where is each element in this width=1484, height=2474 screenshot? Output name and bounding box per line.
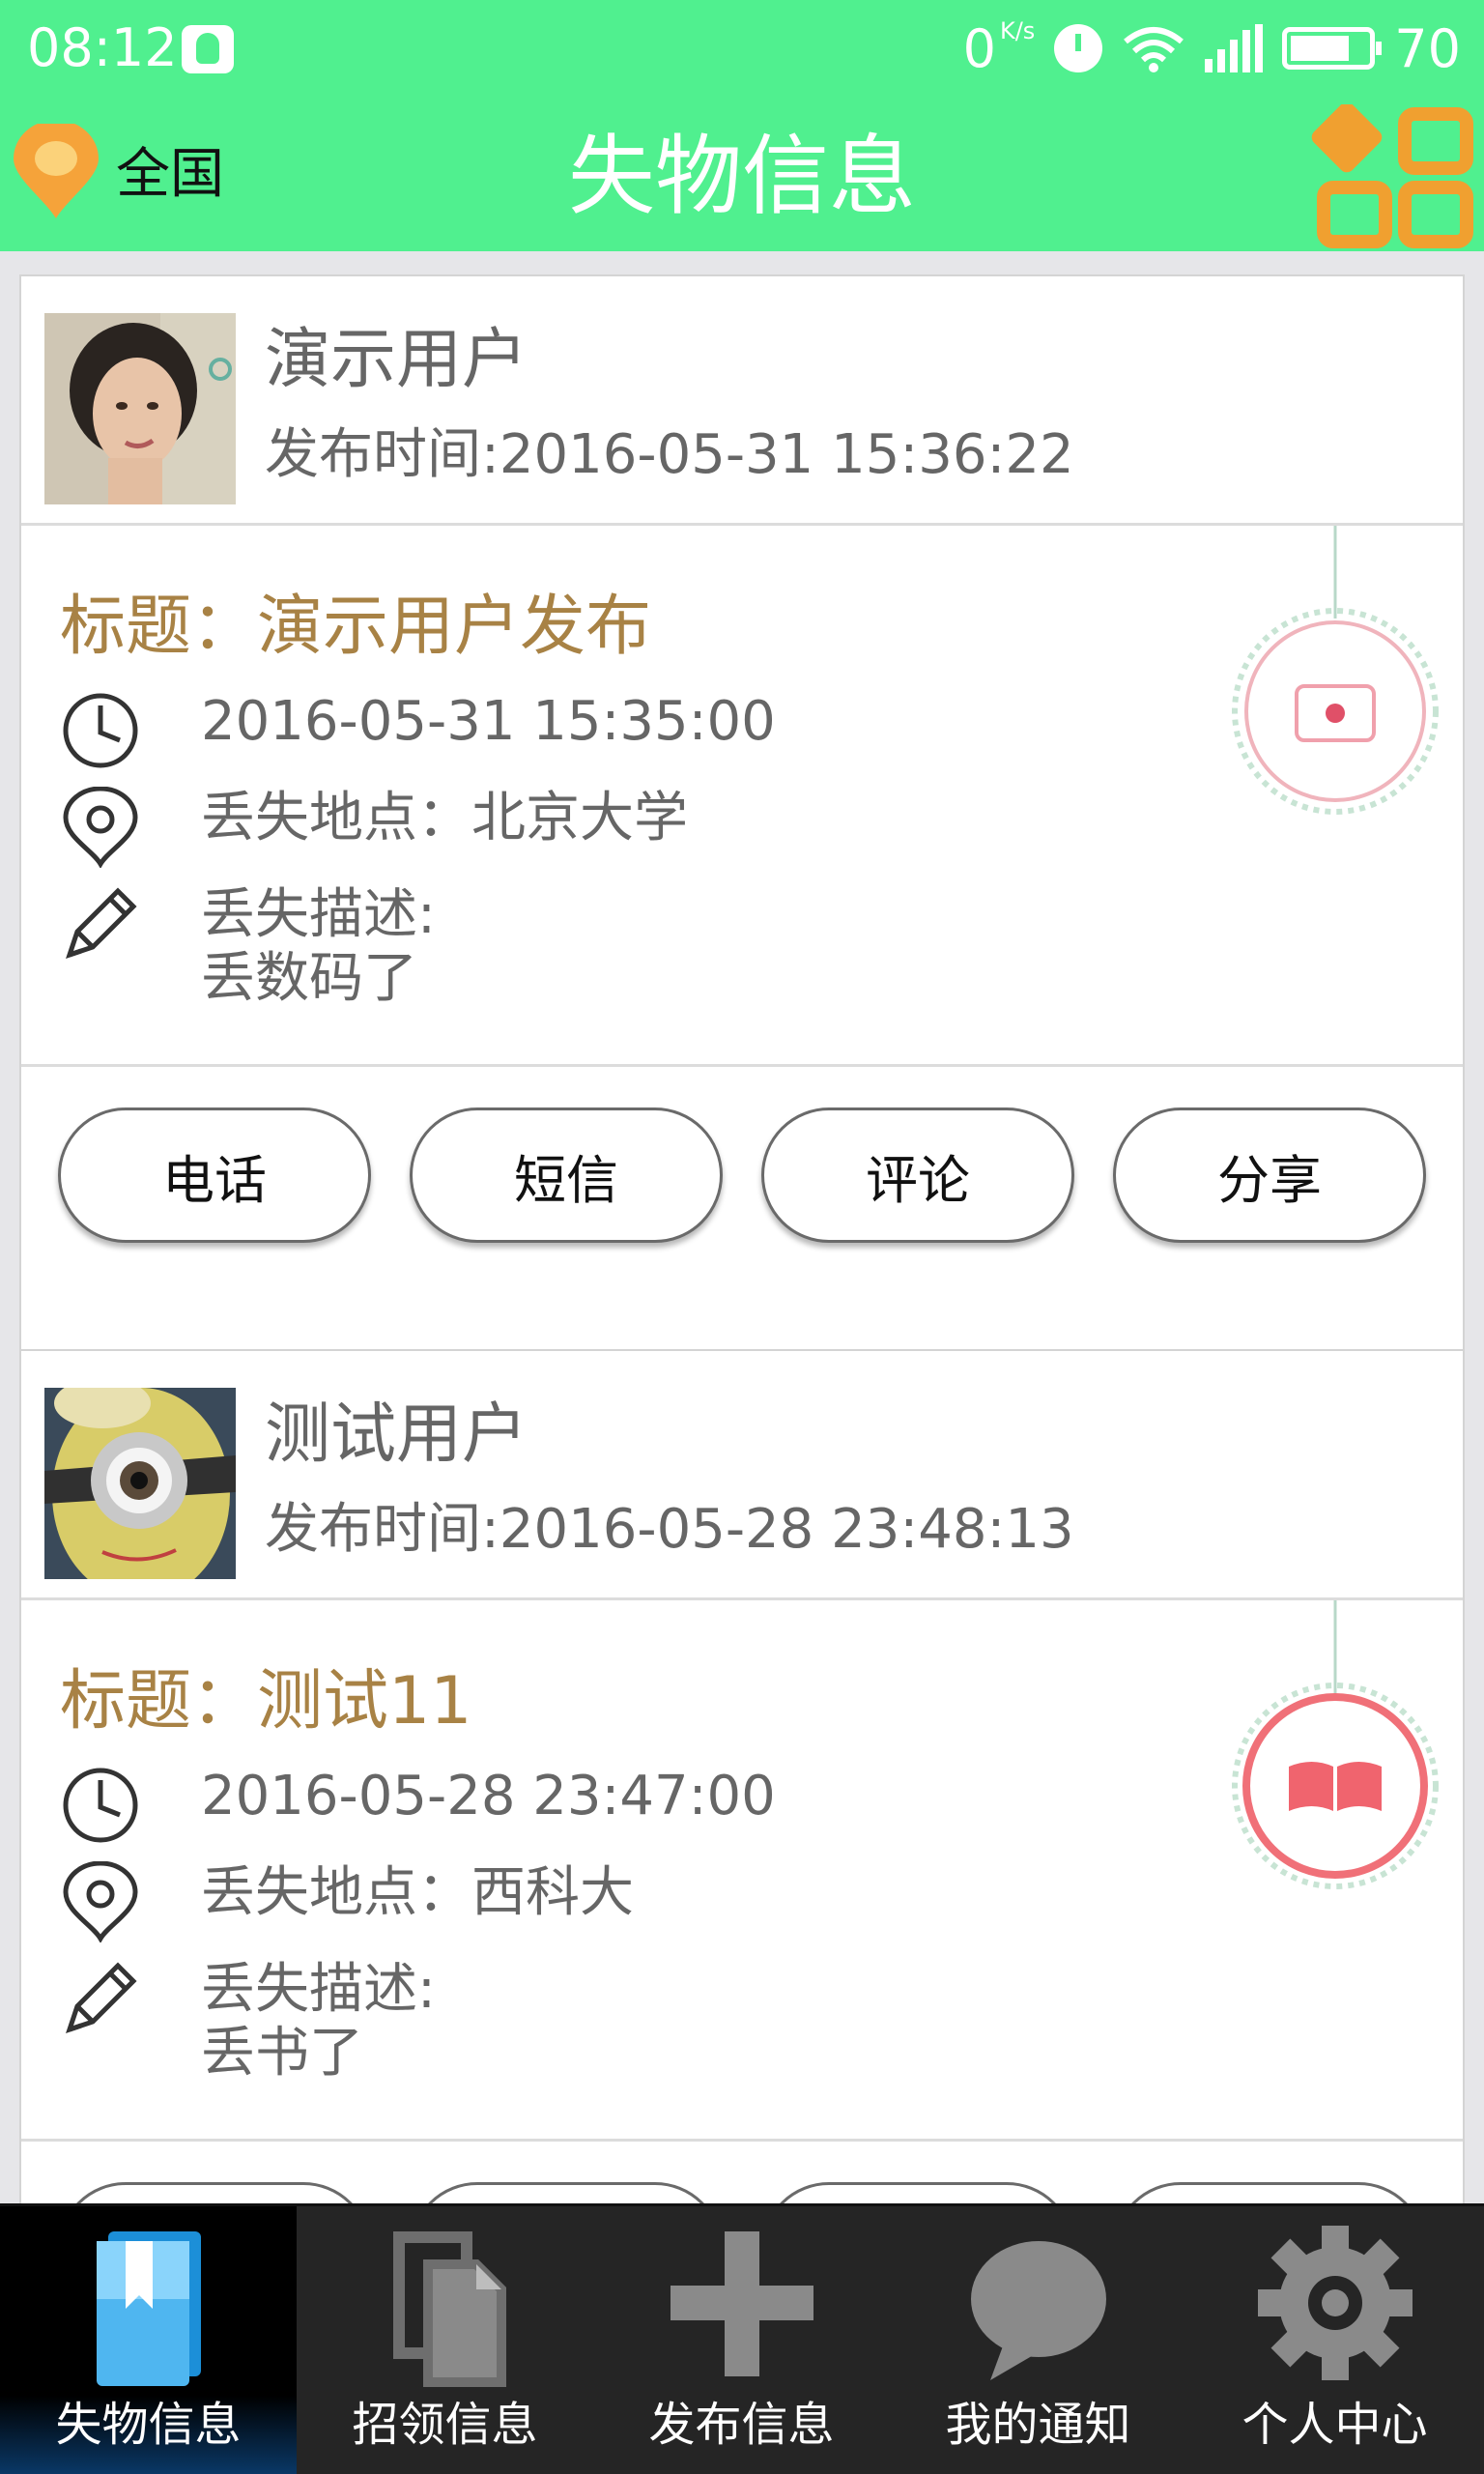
description-text: 丢数码了: [201, 947, 417, 1010]
alarm-icon: [1054, 24, 1103, 72]
share-button[interactable]: 分享: [1113, 2182, 1426, 2203]
lost-place-row: 丢失地点：北京大学: [60, 787, 688, 868]
lost-desc-row: 丢失描述: 丢数码了: [60, 883, 436, 1011]
post-title: 标题：演示用户发布: [60, 589, 652, 665]
lost-date-row: 2016-05-28 23:47:00: [60, 1765, 776, 1846]
sms-button[interactable]: 短信: [410, 2182, 723, 2203]
location-icon: [63, 1861, 138, 1942]
battery-icon: [1282, 27, 1383, 70]
post-title: 标题：测试11: [60, 1663, 472, 1740]
call-button[interactable]: 电话: [58, 2182, 371, 2203]
clock: 08:12: [27, 17, 178, 78]
nav-lost-items[interactable]: 失物信息: [0, 2206, 297, 2474]
lost-place-row: 丢失地点：西科大: [60, 1861, 634, 1942]
description-label: 丢失描述:: [201, 883, 436, 946]
lost-items-list[interactable]: 演示用户 发布时间:2016-05-31 15:36:22 标题：演示用户发布 …: [0, 251, 1484, 2203]
user-avatar[interactable]: [44, 1388, 236, 1579]
description-label: 丢失描述:: [201, 1958, 436, 2021]
nav-label: 失物信息: [55, 2398, 242, 2452]
comment-button[interactable]: 评论: [761, 2182, 1074, 2203]
nav-label: 招领信息: [352, 2398, 538, 2452]
clock-icon: [63, 1768, 138, 1843]
gear-icon: [1257, 2226, 1413, 2380]
post-card[interactable]: 演示用户 发布时间:2016-05-31 15:36:22 标题：演示用户发布 …: [19, 274, 1465, 1351]
lost-description: 丢失描述: 丢数码了: [201, 883, 436, 1011]
action-buttons: 电话 短信 评论 分享: [21, 1067, 1463, 1314]
post-time: 发布时间:2016-05-31 15:36:22: [265, 423, 1074, 486]
nav-profile[interactable]: 个人中心: [1186, 2206, 1483, 2474]
lost-desc-row: 丢失描述: 丢书了: [60, 1958, 436, 2086]
chat-bubble-icon: [970, 2241, 1106, 2380]
post-header: 测试用户 发布时间:2016-05-28 23:48:13: [21, 1351, 1463, 1600]
share-button[interactable]: 分享: [1113, 1108, 1426, 1243]
camera-icon: [1232, 526, 1439, 815]
lost-description: 丢失描述: 丢书了: [201, 1958, 436, 2086]
nav-label: 发布信息: [648, 2398, 835, 2452]
action-buttons: 电话 短信 评论 分享: [21, 2142, 1463, 2203]
plus-icon: [670, 2231, 813, 2376]
clock-icon: [63, 693, 138, 768]
username[interactable]: 测试用户: [265, 1394, 528, 1477]
post-body[interactable]: 标题：演示用户发布 2016-05-31 15:35:00 丢失地点：北京大学: [21, 526, 1463, 1067]
battery-level: 70: [1394, 17, 1461, 79]
comment-button[interactable]: 评论: [761, 1108, 1074, 1243]
title-bar: 全国 失物信息: [0, 97, 1484, 251]
nav-label: 个人中心: [1241, 2398, 1428, 2452]
description-text: 丢书了: [201, 2022, 363, 2085]
cell-signal-icon: [1205, 24, 1264, 72]
book-icon: [1232, 1600, 1439, 1889]
nav-notifications[interactable]: 我的通知: [890, 2206, 1186, 2474]
grid-menu-icon[interactable]: [1310, 104, 1484, 251]
book-icon: [96, 2231, 201, 2386]
status-icons: 0 K/s 70: [963, 14, 1461, 83]
lost-place: 丢失地点：北京大学: [201, 787, 688, 849]
location-icon: [63, 787, 138, 868]
post-body[interactable]: 标题：测试11 2016-05-28 23:47:00 丢失地点：西科大 丢失描…: [21, 1600, 1463, 2142]
nav-publish[interactable]: 发布信息: [593, 2206, 890, 2474]
status-bar: 08:12 0 K/s 70: [0, 0, 1484, 97]
call-button[interactable]: 电话: [58, 1108, 371, 1243]
nav-found-items[interactable]: 招领信息: [297, 2206, 593, 2474]
user-avatar[interactable]: [44, 313, 236, 504]
network-speed: 0 K/s: [962, 16, 1036, 79]
lost-date: 2016-05-31 15:35:00: [201, 690, 776, 753]
sms-button[interactable]: 短信: [410, 1108, 723, 1243]
post-card[interactable]: 测试用户 发布时间:2016-05-28 23:48:13 标题：测试11 20…: [19, 1349, 1465, 2203]
lost-place: 丢失地点：西科大: [201, 1861, 634, 1924]
lost-date: 2016-05-28 23:47:00: [201, 1765, 776, 1827]
qq-notification-icon: [182, 25, 234, 73]
documents-icon: [392, 2231, 506, 2387]
pencil-icon: [66, 1962, 137, 2033]
page-title: 失物信息: [568, 126, 916, 227]
post-header: 演示用户 发布时间:2016-05-31 15:36:22: [21, 276, 1463, 526]
username[interactable]: 演示用户: [265, 319, 528, 402]
pencil-icon: [66, 887, 137, 959]
post-time: 发布时间:2016-05-28 23:48:13: [265, 1498, 1074, 1561]
wifi-icon: [1122, 24, 1185, 72]
lost-date-row: 2016-05-31 15:35:00: [60, 690, 776, 771]
nav-label: 我的通知: [945, 2398, 1131, 2452]
bottom-navigation: 失物信息 招领信息 发布信息 我的通知 个人中心: [0, 2203, 1484, 2474]
